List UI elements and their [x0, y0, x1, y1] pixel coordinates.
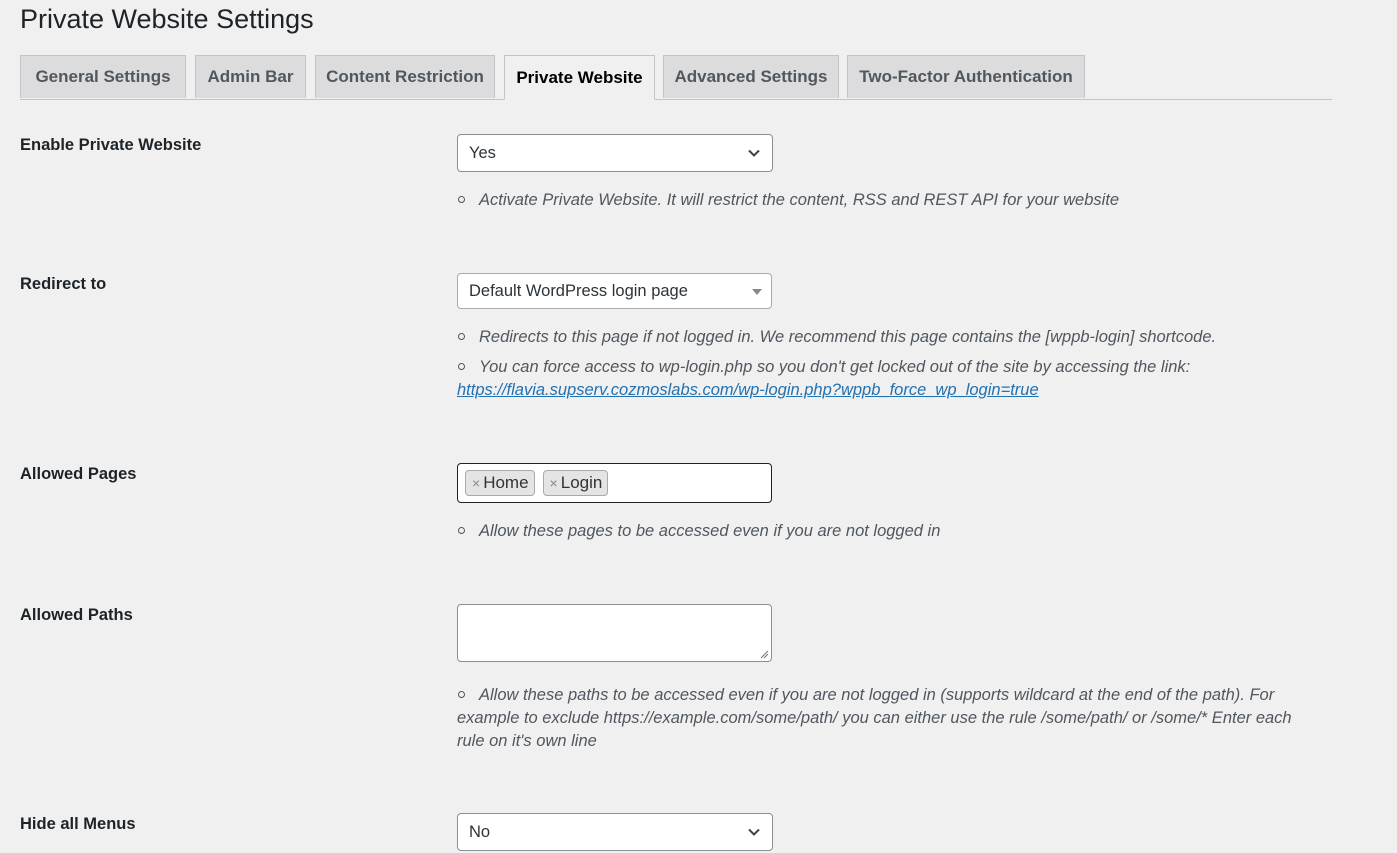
bullet-icon [458, 691, 465, 699]
force-wp-login-link[interactable]: https://flavia.supserv.cozmoslabs.com/wp… [457, 381, 1039, 399]
tab-private-website[interactable]: Private Website [504, 55, 655, 100]
hide-all-menus-label: Hide all Menus [20, 815, 136, 833]
tab-two-factor-authentication[interactable]: Two-Factor Authentication [847, 55, 1085, 98]
allowed-pages-multiselect[interactable]: × Home × Login [457, 463, 772, 503]
bullet-icon [458, 527, 465, 535]
tab-advanced-settings[interactable]: Advanced Settings [663, 55, 839, 98]
redirect-to-select[interactable]: Default WordPress login page [457, 273, 772, 309]
allowed-pages-description: Allow these pages to be accessed even if… [457, 520, 940, 543]
tab-general-settings[interactable]: General Settings [20, 55, 186, 98]
enable-private-website-description: Activate Private Website. It will restri… [457, 189, 1119, 212]
allowed-paths-description: Allow these paths to be accessed even if… [457, 686, 1292, 750]
chevron-down-icon [748, 828, 760, 836]
page-title: Private Website Settings [20, 4, 314, 34]
redirect-to-label: Redirect to [20, 275, 107, 293]
bullet-icon [458, 196, 465, 204]
hide-all-menus-select[interactable]: No [457, 813, 773, 851]
allowed-paths-textarea[interactable] [457, 604, 772, 662]
bullet-icon [458, 363, 465, 371]
tab-content-restriction[interactable]: Content Restriction [315, 55, 495, 98]
resize-handle-icon[interactable] [759, 649, 769, 659]
remove-icon[interactable]: × [472, 475, 480, 491]
allowed-paths-label: Allowed Paths [20, 606, 133, 624]
hide-all-menus-value: No [469, 822, 491, 841]
allowed-page-chip: × Login [542, 470, 609, 496]
redirect-to-description: Redirects to this page if not logged in.… [457, 328, 1217, 399]
redirect-to-value: Default WordPress login page [469, 281, 688, 300]
remove-icon[interactable]: × [550, 475, 558, 491]
enable-private-website-value: Yes [469, 143, 496, 162]
enable-private-website-label: Enable Private Website [20, 136, 202, 154]
bullet-icon [458, 333, 465, 341]
settings-tabs: General Settings Admin Bar Content Restr… [20, 55, 1332, 100]
allowed-page-chip: × Home [465, 470, 535, 496]
caret-down-icon [752, 289, 762, 295]
tab-admin-bar[interactable]: Admin Bar [195, 55, 306, 98]
enable-private-website-select[interactable]: Yes [457, 134, 773, 172]
chevron-down-icon [748, 149, 760, 157]
allowed-pages-label: Allowed Pages [20, 465, 137, 483]
